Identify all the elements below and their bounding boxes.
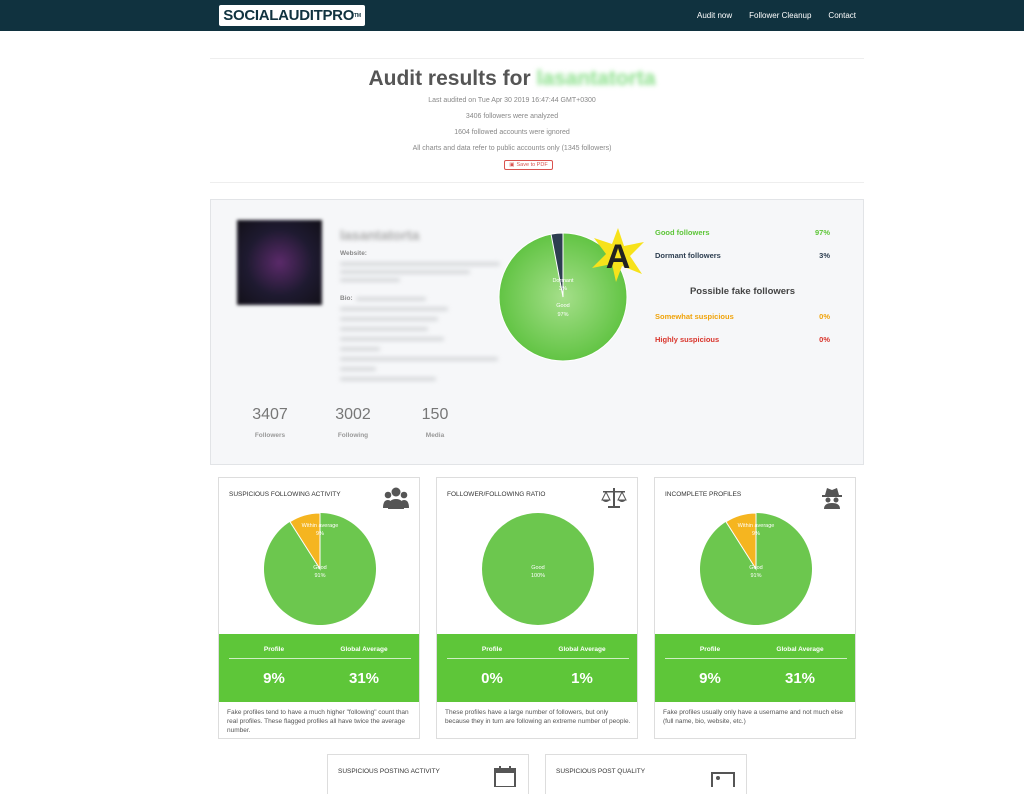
incognito-icon: [822, 488, 842, 509]
card-pie: Good 100%: [482, 513, 594, 625]
nav-audit-now[interactable]: Audit now: [697, 11, 732, 20]
bio-line: [340, 337, 444, 341]
pie-label-dormant-pct: 3%: [559, 286, 567, 292]
card-title: SUSPICIOUS POSTING ACTIVITY: [338, 768, 440, 775]
following-label: Following: [337, 432, 369, 439]
pie-label-within-average-pct: 9%: [752, 531, 760, 537]
media-label: Media: [425, 432, 445, 439]
grade-star-icon: A: [592, 228, 644, 282]
nav-contact[interactable]: Contact: [828, 11, 856, 20]
nav-links: Audit now Follower Cleanup Contact: [697, 0, 856, 31]
stats-box: Profile Global Average 0% 1%: [437, 634, 637, 702]
card-suspicious-post-quality: SUSPICIOUS POST QUALITY: [545, 754, 747, 794]
navbar: SOCIALAUDITPRO TM Audit now Follower Clea…: [0, 0, 1024, 31]
legend-highly-suspicious: Highly suspicious 0%: [655, 335, 830, 344]
pie-label-good: Good: [313, 565, 326, 571]
page-title: Audit results for lasantatorta: [368, 67, 656, 90]
card-title: FOLLOWER/FOLLOWING RATIO: [447, 491, 546, 498]
website-line: [340, 270, 470, 274]
last-audited: Last audited on Tue Apr 30 2019 16:47:44…: [428, 97, 596, 104]
ignored-accounts: 1604 followed accounts were ignored: [454, 129, 570, 136]
divider: [210, 58, 864, 59]
nav-follower-cleanup[interactable]: Follower Cleanup: [749, 11, 811, 20]
divider: [210, 182, 864, 183]
global-value: 1%: [571, 670, 593, 687]
users-icon: [383, 487, 409, 509]
bio-line: [340, 307, 448, 311]
pie-label-within-average-pct: 9%: [316, 531, 324, 537]
card-pie: Within average 9% Good 91%: [700, 512, 812, 625]
public-note: All charts and data refer to public acco…: [412, 145, 612, 152]
pie-label-good-pct: 100%: [531, 573, 545, 579]
audited-username: lasantatorta: [536, 67, 656, 90]
card-title: SUSPICIOUS FOLLOWING ACTIVITY: [229, 491, 341, 498]
bio-line: [356, 297, 426, 301]
legend-dormant: Dormant followers 3%: [655, 251, 830, 260]
legend-somewhat-suspicious: Somewhat suspicious 0%: [655, 312, 830, 321]
fake-followers-title: Possible fake followers: [689, 286, 796, 297]
stats-box: Profile Global Average 9% 31%: [219, 634, 419, 702]
pie-label-good-pct: 97%: [557, 312, 568, 318]
card-description: These profiles have a large number of fo…: [445, 709, 631, 725]
global-value: 31%: [348, 670, 380, 687]
stats-box: Profile Global Average 9% 31%: [655, 634, 855, 702]
profile-value: 9%: [263, 670, 285, 687]
pie-label-good: Good: [556, 303, 569, 309]
followers-analyzed: 3406 followers were analyzed: [465, 113, 559, 120]
bio-line: [340, 367, 376, 371]
website-label: Website:: [340, 250, 367, 257]
save-pdf-button[interactable]: ▣ Save to PDF: [504, 160, 553, 170]
bio-label: Bio:: [340, 295, 353, 302]
profile-username: lasantatorta: [340, 227, 420, 243]
logo[interactable]: SOCIALAUDITPRO TM: [219, 5, 365, 26]
card-incomplete-profiles: INCOMPLETE PROFILES Within average 9% Good…: [654, 477, 856, 739]
card-title: INCOMPLETE PROFILES: [665, 491, 742, 498]
bio-line: [340, 347, 380, 351]
pie-label-good-pct: 91%: [750, 573, 761, 579]
card-follower-ratio: FOLLOWER/FOLLOWING RATIO Good 100% Profil…: [436, 477, 638, 739]
bio-line: [340, 317, 438, 321]
grade-letter: A: [606, 238, 631, 276]
balance-scale-icon: [601, 488, 627, 508]
card-pie: Within average 9% Good 91%: [264, 512, 376, 625]
bio-line: [340, 327, 428, 331]
card-suspicious-following: SUSPICIOUS FOLLOWING ACTIVITY Within ave…: [218, 477, 420, 739]
avatar: [237, 220, 322, 305]
bio-line: [340, 377, 436, 381]
website-line: [340, 262, 500, 266]
bio-line: [340, 357, 498, 361]
card-description: Fake profiles usually only have a userna…: [663, 709, 843, 725]
card-suspicious-posting: SUSPICIOUS POSTING ACTIVITY: [327, 754, 529, 794]
website-line: [340, 278, 400, 282]
legend-good: Good followers 97%: [655, 228, 830, 237]
card-description: Fake profiles tend to have a much higher…: [227, 709, 409, 734]
card-title: SUSPICIOUS POST QUALITY: [556, 768, 646, 775]
pie-label-good: Good: [531, 565, 544, 571]
global-value: 31%: [784, 670, 816, 687]
pdf-icon: ▣: [509, 162, 515, 168]
pie-label-good-pct: 91%: [314, 573, 325, 579]
following-count: 3002: [335, 406, 371, 423]
profile-value: 0%: [481, 670, 503, 687]
media-count: 150: [421, 406, 449, 423]
pie-label-good: Good: [749, 565, 762, 571]
image-icon: [711, 772, 735, 787]
pie-label-within-average: Within average: [302, 523, 339, 529]
calendar-icon: [494, 766, 516, 787]
profile-value: 9%: [699, 670, 721, 687]
followers-count: 3407: [252, 406, 288, 423]
pie-label-dormant: Dormant: [552, 278, 574, 284]
pie-label-within-average: Within average: [738, 523, 775, 529]
followers-label: Followers: [254, 432, 286, 439]
